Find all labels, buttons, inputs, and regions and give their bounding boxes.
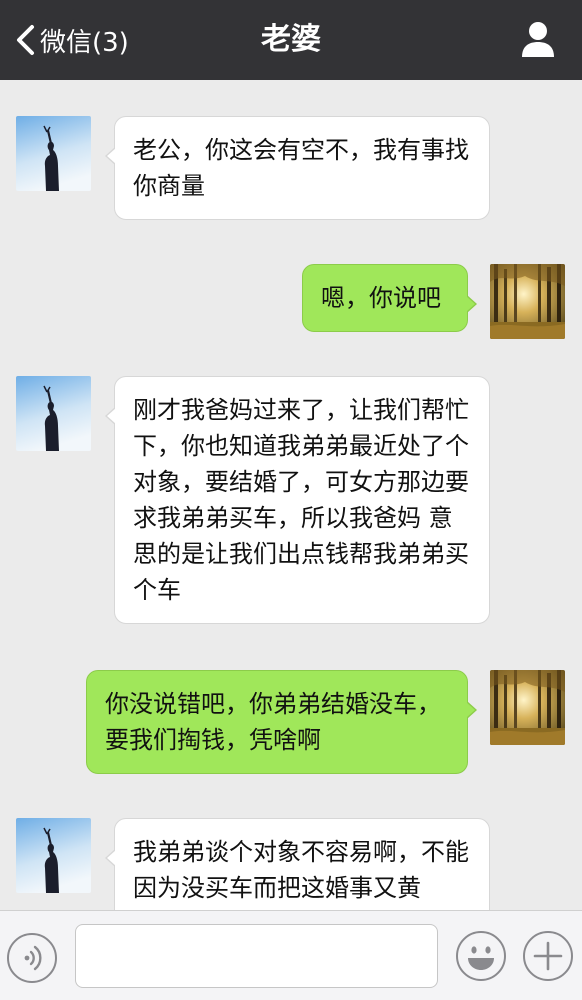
contact-avatar[interactable] — [16, 818, 91, 893]
message-bubble[interactable]: 你没说错吧，你弟弟结婚没车，要我们掏钱，凭啥啊 — [86, 670, 477, 774]
profile-button[interactable] — [520, 19, 556, 59]
plus-icon — [523, 931, 573, 981]
message-text: 我弟弟谈个对象不容易啊，不能因为没买车而把这婚事又黄 — [133, 838, 469, 902]
message-text: 刚才我爸妈过来了，让我们帮忙下，你也知道我弟弟最近处了个对象，要结婚了，可女方那… — [133, 396, 469, 604]
chat-header: 微信(3) 老婆 — [0, 0, 582, 80]
message-input[interactable] — [75, 924, 438, 988]
more-button[interactable] — [522, 930, 574, 982]
message-text: 你没说错吧，你弟弟结婚没车，要我们掏钱，凭啥啊 — [105, 690, 441, 754]
my-avatar[interactable] — [490, 670, 565, 745]
my-avatar[interactable] — [490, 264, 565, 339]
person-icon — [522, 22, 554, 57]
chevron-left-icon — [17, 25, 34, 55]
message-bubble[interactable]: 刚才我爸妈过来了，让我们帮忙下，你也知道我弟弟最近处了个对象，要结婚了，可女方那… — [105, 376, 490, 624]
forest-avatar — [490, 670, 565, 745]
back-label: 微信(3) — [40, 27, 129, 58]
voice-icon — [7, 933, 57, 983]
message-bubble[interactable]: 我弟弟谈个对象不容易啊，不能因为没买车而把这婚事又黄 — [105, 818, 490, 910]
emoji-button[interactable] — [455, 930, 507, 982]
contact-avatar[interactable] — [16, 116, 91, 191]
message-list[interactable]: 老公，你这会有空不，我有事找你商量 嗯，你说吧 刚才我爸妈过来了，让我们帮忙下，… — [0, 80, 582, 910]
back-button[interactable]: 微信(3) — [12, 0, 129, 80]
sky-silhouette-avatar — [16, 376, 91, 451]
emoji-icon — [456, 931, 506, 981]
input-bar — [0, 910, 582, 1000]
forest-avatar — [490, 264, 565, 339]
contact-avatar[interactable] — [16, 376, 91, 451]
message-bubble[interactable]: 嗯，你说吧 — [302, 264, 477, 332]
sky-silhouette-avatar — [16, 116, 91, 191]
message-text: 老公，你这会有空不，我有事找你商量 — [133, 136, 469, 200]
voice-button[interactable] — [6, 932, 58, 984]
message-text: 嗯，你说吧 — [321, 284, 441, 312]
sky-silhouette-avatar — [16, 818, 91, 893]
message-bubble[interactable]: 老公，你这会有空不，我有事找你商量 — [105, 116, 490, 220]
